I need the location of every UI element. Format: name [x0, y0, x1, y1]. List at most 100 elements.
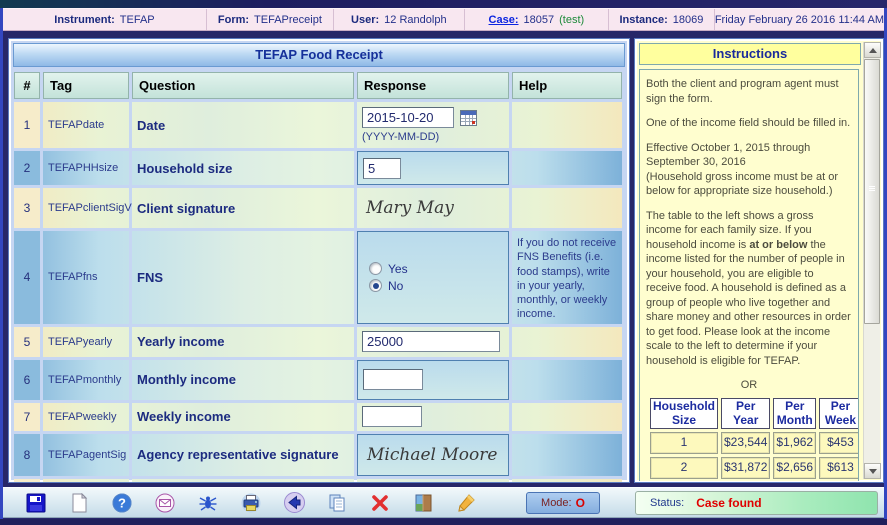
datetime-text: Friday February 26 2016 11:44 AM [715, 14, 884, 26]
print-button[interactable] [240, 492, 262, 514]
new-document-button[interactable] [68, 492, 90, 514]
instrument-label: Instrument: [54, 14, 115, 26]
instructions-paragraph: Both the client and program agent must s… [646, 77, 852, 106]
main-area: TEFAP Food Receipt # Tag Question Respon… [8, 38, 884, 483]
instructions-paragraph: Effective October 1, 2015 through Septem… [646, 141, 852, 199]
case-link[interactable]: Case: [489, 14, 519, 26]
exit-button[interactable] [412, 492, 434, 514]
not-tefap-eligible-checkbox[interactable] [366, 482, 379, 483]
row-tag: TEFAPHHsize [43, 151, 129, 185]
save-button[interactable] [25, 492, 47, 514]
form-label: Form: [218, 14, 249, 26]
svg-text:?: ? [118, 495, 126, 510]
row-number: 5 [14, 327, 40, 357]
row-question: Weekly income [132, 403, 354, 431]
scroll-down-button[interactable] [864, 463, 881, 479]
row-tag: TEFAPfns [43, 231, 129, 324]
print-icon [241, 493, 261, 513]
row-response: Mary May [357, 188, 509, 228]
help-icon: ? [112, 493, 132, 513]
row-date: 1 TEFAPdate Date (YYYY-MM-DD) [14, 102, 622, 148]
copy-icon [327, 493, 347, 513]
instructions-body: Both the client and program agent must s… [639, 69, 859, 481]
row-response: (YYYY-MM-DD) [357, 102, 509, 148]
agent-signature: Michael Moore [363, 445, 503, 465]
email-icon [155, 493, 175, 513]
application-window: Instrument: TEFAP Form: TEFAPreceipt Use… [0, 0, 887, 525]
row-number: 2 [14, 151, 40, 185]
row-tag: TEFAPclientSigV [43, 188, 129, 228]
fns-yes-radio[interactable]: Yes [369, 262, 503, 276]
income-col-week: Per Week [819, 398, 859, 430]
row-monthly-income: 6 TEFAPmonthly Monthly income [14, 360, 622, 400]
email-button[interactable] [154, 492, 176, 514]
mode-value: O [576, 496, 585, 510]
income-row: 1$23,544$1,962$453 [650, 432, 859, 454]
date-input[interactable] [362, 107, 454, 128]
case-test-badge: (test) [559, 14, 584, 26]
edit-button[interactable] [455, 492, 477, 514]
row-number: 8 [14, 434, 40, 476]
row-number: 4 [14, 231, 40, 324]
income-col-size: Household Size [650, 398, 718, 430]
col-header-question: Question [132, 72, 354, 99]
monthly-income-input[interactable] [363, 369, 423, 390]
row-question: Monthly income [132, 360, 354, 400]
info-form: Form: TEFAPreceipt [207, 9, 334, 30]
row-tag: TEFAPdate [43, 102, 129, 148]
instrument-value: TEFAP [120, 14, 155, 26]
info-instance: Instance: 18069 [609, 9, 715, 30]
instance-label: Instance: [619, 14, 667, 26]
calendar-icon[interactable] [460, 110, 477, 126]
income-col-year: Per Year [721, 398, 770, 430]
row-question: Date [132, 102, 354, 148]
back-button[interactable] [283, 492, 305, 514]
row-not-tefap-eligible: 9 NONTEFAP Not TEFAP Eligible [14, 479, 622, 483]
row-number: 9 [14, 479, 40, 483]
scroll-up-button[interactable] [864, 42, 881, 58]
table-header-row: # Tag Question Response Help [14, 72, 622, 99]
col-header-help: Help [512, 72, 622, 99]
household-size-input[interactable] [363, 158, 401, 179]
user-value: 12 Randolph [384, 14, 446, 26]
debug-button[interactable] [197, 492, 219, 514]
delete-x-icon [370, 493, 390, 513]
new-document-icon [70, 493, 88, 513]
delete-button[interactable] [369, 492, 391, 514]
form-panel: TEFAP Food Receipt # Tag Question Respon… [8, 38, 630, 483]
form-value: TEFAPreceipt [254, 14, 322, 26]
weekly-income-input[interactable] [362, 406, 422, 427]
status-value: Case found [696, 496, 761, 510]
fns-no-radio[interactable]: No [369, 279, 503, 293]
help-button[interactable]: ? [111, 492, 133, 514]
row-help [512, 102, 622, 148]
row-help [512, 479, 622, 483]
mode-label: Mode: [541, 497, 572, 509]
user-label: User: [351, 14, 379, 26]
window-top-strip [0, 0, 887, 8]
pencil-icon [456, 493, 476, 513]
mode-indicator: Mode: O [526, 492, 600, 514]
exit-door-icon [415, 493, 432, 513]
or-label: OR [646, 378, 852, 393]
row-question: Not TEFAP Eligible [132, 479, 354, 483]
row-fns: 4 TEFAPfns FNS Yes No [14, 231, 622, 324]
copy-button[interactable] [326, 492, 348, 514]
row-tag: NONTEFAP [43, 479, 129, 483]
row-response [357, 479, 509, 483]
row-agent-signature: 8 TEFAPagentSig Agency representative si… [14, 434, 622, 476]
row-question: Yearly income [132, 327, 354, 357]
row-response [357, 360, 509, 400]
row-help [512, 151, 622, 185]
scrollbar-thumb[interactable] [864, 59, 880, 324]
row-weekly-income: 7 TEFAPweekly Weekly income [14, 403, 622, 431]
instructions-scrollbar[interactable] [863, 42, 880, 479]
row-household-size: 2 TEFAPHHsize Household size [14, 151, 622, 185]
row-number: 7 [14, 403, 40, 431]
row-tag: TEFAPmonthly [43, 360, 129, 400]
radio-unchecked-icon [369, 262, 382, 275]
col-header-tag: Tag [43, 72, 129, 99]
income-col-month: Per Month [773, 398, 816, 430]
yearly-income-input[interactable] [362, 331, 500, 352]
back-arrow-icon [284, 492, 305, 513]
